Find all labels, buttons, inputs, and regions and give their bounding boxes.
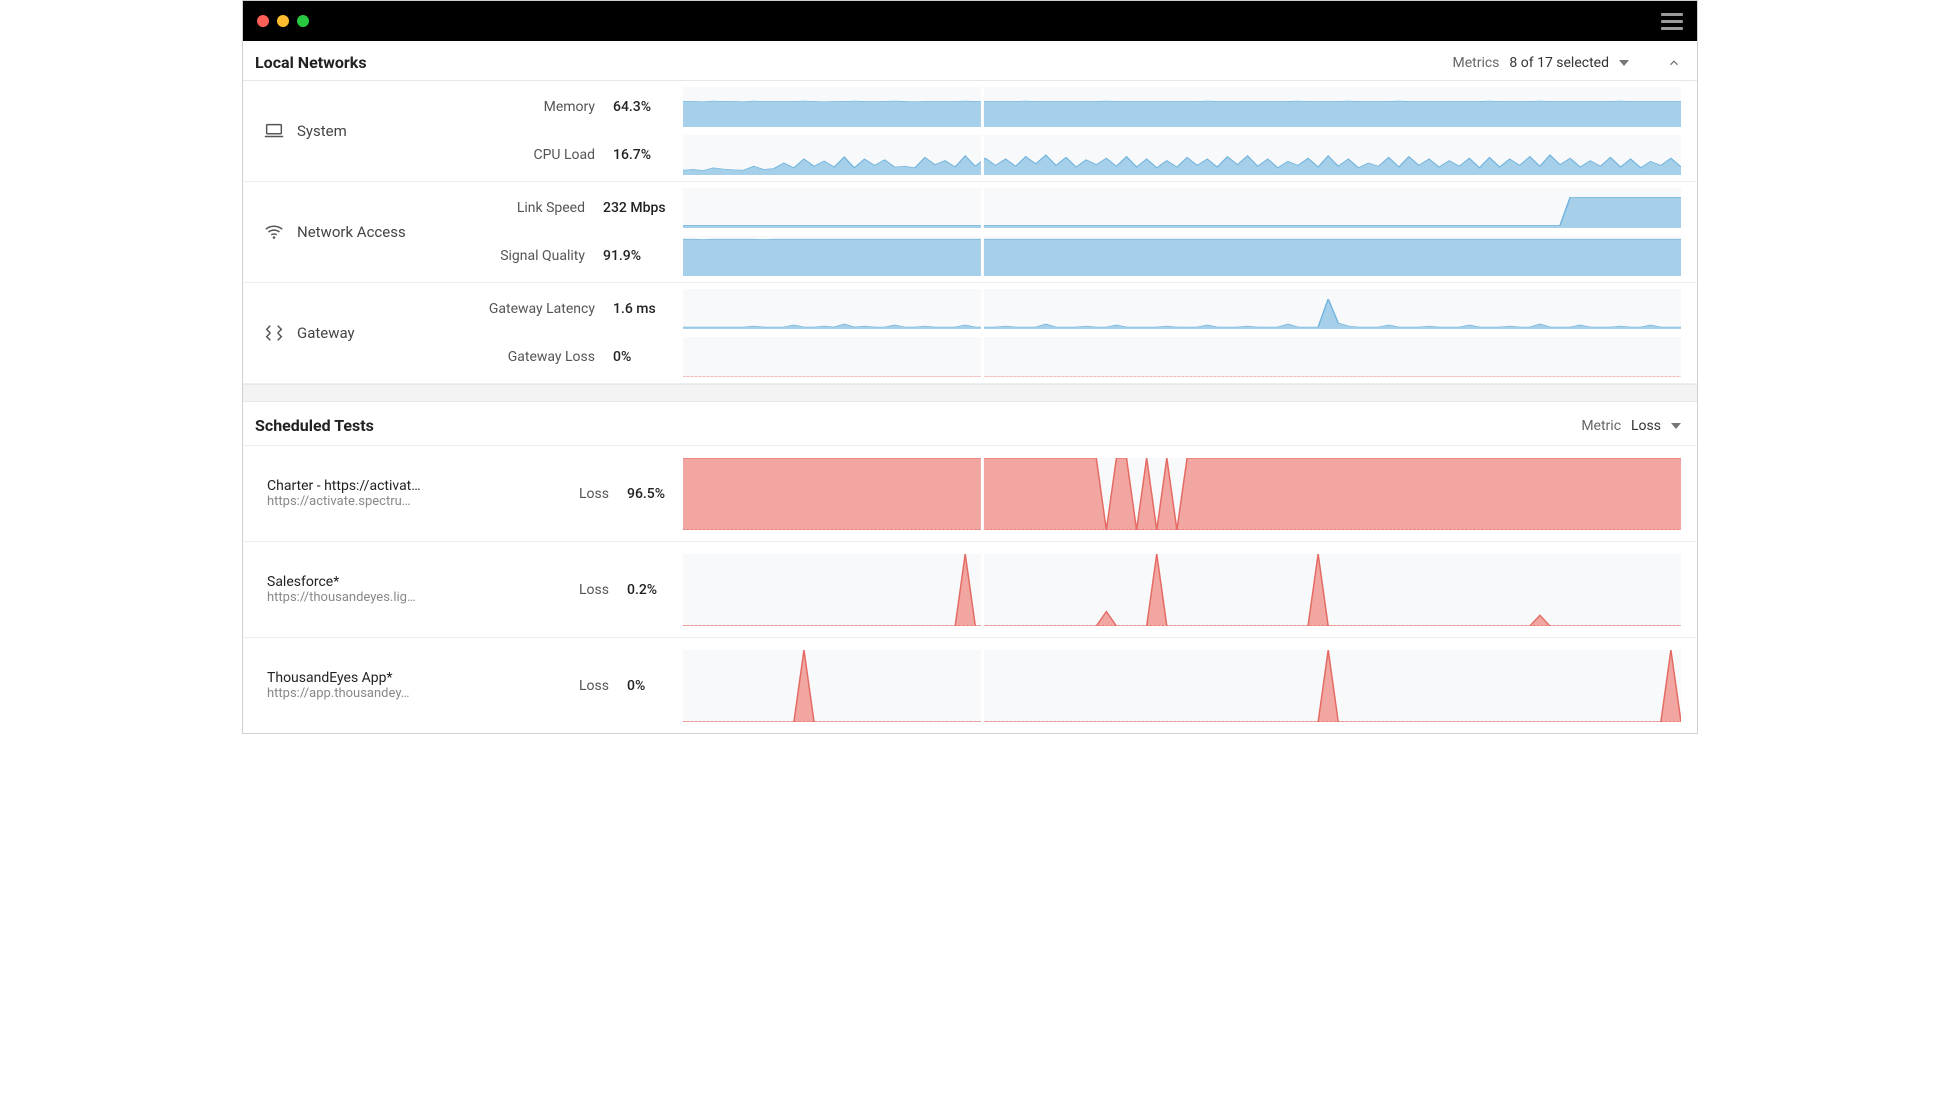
local-networks-title: Local Networks — [255, 53, 367, 72]
chart-loss-thousandeyes[interactable] — [683, 650, 1681, 722]
cpu-value: 16.7% — [613, 147, 683, 163]
chart-latency[interactable] — [683, 289, 1681, 329]
test-row[interactable]: Salesforce* https://thousandeyes.lig… Lo… — [243, 541, 1697, 637]
laptop-icon — [263, 120, 285, 142]
linkspeed-label: Link Speed — [443, 200, 585, 216]
linkspeed-value: 232 Mbps — [603, 200, 683, 216]
chart-signal[interactable] — [683, 236, 1681, 276]
chevron-down-icon[interactable] — [1671, 423, 1681, 429]
group-system-label: System — [297, 122, 347, 140]
latency-label: Gateway Latency — [443, 301, 595, 317]
test-row[interactable]: ThousandEyes App* https://app.thousandey… — [243, 637, 1697, 733]
minimize-icon[interactable] — [277, 15, 289, 27]
memory-label: Memory — [443, 99, 595, 115]
wifi-icon — [263, 221, 285, 243]
chart-loss-charter[interactable] — [683, 458, 1681, 530]
maximize-icon[interactable] — [297, 15, 309, 27]
metrics-label: Metrics — [1452, 55, 1499, 71]
window-controls — [257, 15, 309, 27]
group-network-access: Network Access Link Speed 232 Mbps Signa… — [243, 182, 1697, 283]
latency-value: 1.6 ms — [613, 301, 683, 317]
metrics-dropdown[interactable]: 8 of 17 selected — [1509, 55, 1609, 71]
loss-label: Gateway Loss — [443, 349, 595, 365]
metric-label: Metric — [1581, 418, 1621, 434]
test-title: Charter - https://activat… — [267, 478, 533, 494]
chart-loss-salesforce[interactable] — [683, 554, 1681, 626]
group-network-label: Network Access — [297, 223, 406, 241]
local-networks-header: Local Networks Metrics 8 of 17 selected — [243, 41, 1697, 80]
signal-label: Signal Quality — [443, 248, 585, 264]
test-subtitle: https://thousandeyes.lig… — [267, 590, 533, 605]
chart-linkspeed[interactable] — [683, 188, 1681, 228]
memory-value: 64.3% — [613, 99, 683, 115]
test-metric-value: 0.2% — [627, 582, 683, 598]
group-gateway-label: Gateway — [297, 324, 355, 342]
group-gateway: Gateway Gateway Latency 1.6 ms Gateway L… — [243, 283, 1697, 384]
test-title: ThousandEyes App* — [267, 670, 533, 686]
scheduled-tests-title: Scheduled Tests — [255, 416, 374, 435]
test-metric-value: 96.5% — [627, 486, 683, 502]
collapse-icon[interactable] — [1667, 56, 1681, 70]
test-title: Salesforce* — [267, 574, 533, 590]
test-metric-label: Loss — [533, 582, 609, 598]
metric-dropdown[interactable]: Loss — [1631, 418, 1661, 434]
gateway-icon — [263, 322, 285, 344]
chart-gwloss[interactable] — [683, 337, 1681, 377]
test-metric-label: Loss — [533, 678, 609, 694]
chart-memory[interactable] — [683, 87, 1681, 127]
loss-value: 0% — [613, 349, 683, 365]
menu-icon[interactable] — [1661, 13, 1683, 30]
cpu-label: CPU Load — [443, 147, 595, 163]
scheduled-tests-header: Scheduled Tests Metric Loss — [243, 402, 1697, 445]
signal-value: 91.9% — [603, 248, 683, 264]
titlebar — [243, 1, 1697, 41]
group-system: System Memory 64.3% CPU Load 16.7% — [243, 80, 1697, 182]
close-icon[interactable] — [257, 15, 269, 27]
chart-cpu[interactable] — [683, 135, 1681, 175]
test-subtitle: https://app.thousandey… — [267, 686, 533, 701]
test-metric-label: Loss — [533, 486, 609, 502]
test-metric-value: 0% — [627, 678, 683, 694]
app-window: Local Networks Metrics 8 of 17 selected … — [242, 0, 1698, 734]
chevron-down-icon[interactable] — [1619, 60, 1629, 66]
section-divider — [243, 384, 1697, 402]
test-row[interactable]: Charter - https://activat… https://activ… — [243, 445, 1697, 541]
test-subtitle: https://activate.spectru… — [267, 494, 533, 509]
